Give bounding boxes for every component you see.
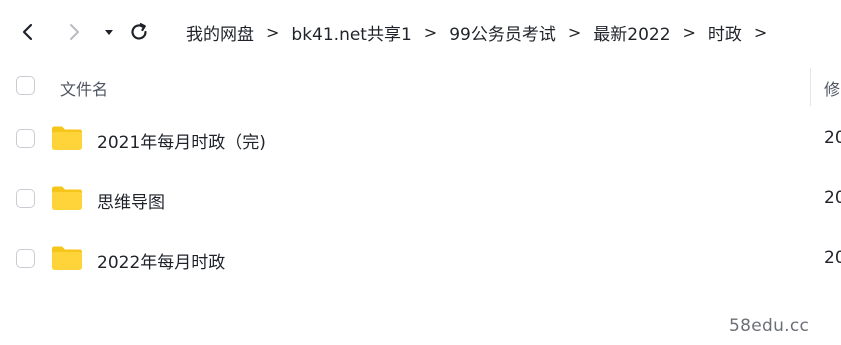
column-header-modified[interactable]: 修 [824,76,840,100]
table-row[interactable]: 思维导图 20 [0,173,841,225]
back-button[interactable] [16,20,40,44]
caret-down-icon [105,30,113,35]
file-name[interactable]: 思维导图 [97,188,165,213]
file-name[interactable]: 2021年每月时政（完) [97,128,266,153]
breadcrumb-separator: > [682,22,696,42]
folder-icon [52,126,82,150]
breadcrumb-separator: > [567,22,582,42]
row-checkbox[interactable] [16,249,35,268]
table-row[interactable]: 2022年每月时政 20 [0,233,841,285]
breadcrumb: 我的网盘 > bk41.net共享1 > 99公务员考试 > 最新2022 > … [186,20,779,45]
refresh-icon [131,23,147,40]
breadcrumb-item-current[interactable]: 时政 [708,20,742,45]
history-dropdown-button[interactable] [97,20,121,44]
file-list-header: 文件名 修 [0,64,841,108]
breadcrumb-separator: > [266,22,280,42]
file-name[interactable]: 2022年每月时政 [97,248,225,273]
file-modified: 20 [824,188,841,208]
row-checkbox[interactable] [16,189,35,208]
folder-icon [52,246,82,270]
column-divider[interactable] [810,68,811,106]
chevron-left-icon [22,23,33,41]
toolbar: 我的网盘 > bk41.net共享1 > 99公务员考试 > 最新2022 > … [0,0,841,64]
breadcrumb-item-my-drive[interactable]: 我的网盘 [186,20,254,45]
breadcrumb-separator: > [753,22,768,42]
watermark: 58edu.cc [729,316,810,336]
forward-button[interactable] [62,20,86,44]
breadcrumb-item-latest[interactable]: 最新2022 [593,20,670,45]
refresh-button[interactable] [127,20,151,44]
breadcrumb-item-exam[interactable]: 99公务员考试 [449,20,556,45]
table-row[interactable]: 2021年每月时政（完) 20 [0,113,841,165]
file-modified: 20 [824,248,841,268]
row-checkbox[interactable] [16,129,35,148]
file-modified: 20 [824,128,841,148]
chevron-right-icon [70,24,79,40]
column-header-name[interactable]: 文件名 [60,76,108,100]
breadcrumb-separator: > [423,22,438,42]
folder-icon [52,186,82,210]
breadcrumb-item-share[interactable]: bk41.net共享1 [291,20,411,45]
select-all-checkbox[interactable] [16,76,35,95]
